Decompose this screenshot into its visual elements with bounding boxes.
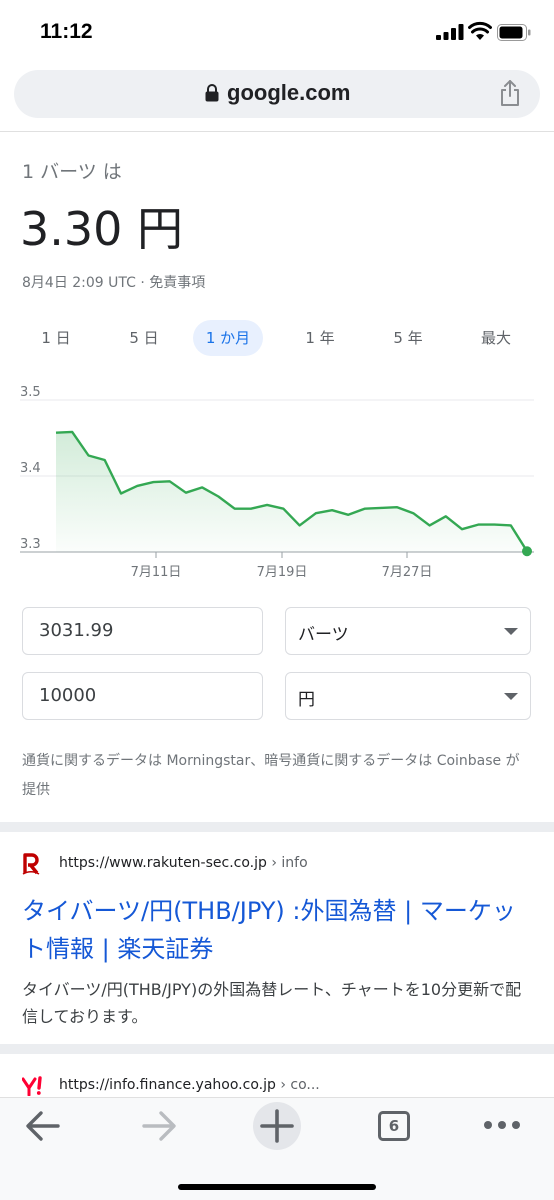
- more-options-icon[interactable]: [483, 1120, 521, 1130]
- result-url[interactable]: https://info.finance.yahoo.co.jp › co...: [59, 1077, 320, 1093]
- url-domain: google.com: [227, 80, 351, 105]
- result-breadcrumb: › co...: [275, 1077, 320, 1093]
- y-tick-label: 3.3: [20, 537, 41, 552]
- rate-timestamp: 8月4日 2:09 UTC · 免責事項: [22, 275, 206, 291]
- result-breadcrumb: › info: [266, 855, 308, 871]
- data-source-note: 通貨に関するデータは Morningstar、暗号通貨に関するデータは Coin…: [22, 753, 520, 798]
- result-domain: https://info.finance.yahoo.co.jp: [59, 1077, 276, 1093]
- wifi-icon: [468, 21, 492, 40]
- cellular-signal-icon: [436, 24, 464, 40]
- divider: [0, 131, 554, 132]
- chevron-down-icon: [504, 693, 518, 700]
- tab-1-month[interactable]: 1 か月: [193, 320, 263, 356]
- currency-to-select[interactable]: 円: [285, 672, 531, 720]
- battery-icon: [497, 24, 531, 41]
- new-tab-plus-icon[interactable]: [252, 1101, 302, 1151]
- range-tabs: 1 日 5 日 1 か月 1 年 5 年 最大: [0, 320, 554, 358]
- lock-icon: [205, 84, 219, 102]
- tab-5-day[interactable]: 5 日: [110, 320, 178, 356]
- current-point: [522, 546, 532, 557]
- result-domain: https://www.rakuten-sec.co.jp: [59, 855, 267, 871]
- x-tick-label: 7月11日: [131, 565, 182, 580]
- currency-to-value: 円: [298, 690, 315, 710]
- back-arrow-icon[interactable]: [24, 1110, 62, 1142]
- amount-from-value: 3031.99: [39, 620, 114, 641]
- status-bar: 11:12: [0, 0, 554, 64]
- result-title-link[interactable]: タイバーツ/円(THB/JPY) :外国為替 | マーケット情報 | 楽天証券: [22, 892, 532, 968]
- result-url[interactable]: https://www.rakuten-sec.co.jp › info: [59, 855, 308, 871]
- tab-1-year[interactable]: 1 年: [286, 320, 354, 356]
- rakuten-favicon-icon: [22, 853, 40, 875]
- status-time: 11:12: [40, 20, 93, 43]
- home-indicator: [178, 1184, 376, 1190]
- result-snippet: タイバーツ/円(THB/JPY)の外国為替レート、チャートを10分更新で配信して…: [22, 980, 522, 1026]
- y-tick-label: 3.5: [20, 385, 41, 400]
- amount-to-value: 10000: [39, 685, 97, 706]
- tab-max[interactable]: 最大: [462, 320, 530, 356]
- forward-arrow-icon[interactable]: [140, 1110, 178, 1142]
- tab-switcher-button[interactable]: 6: [378, 1111, 410, 1141]
- address-bar[interactable]: google.com: [14, 70, 540, 118]
- currency-from-select[interactable]: バーツ: [285, 607, 531, 655]
- chevron-down-icon: [504, 628, 518, 635]
- section-divider: [0, 822, 554, 832]
- tab-5-year[interactable]: 5 年: [374, 320, 442, 356]
- exchange-rate-value: 3.30 円: [20, 202, 184, 256]
- x-tick-label: 7月19日: [257, 565, 308, 580]
- yahoo-favicon-icon: [22, 1076, 42, 1096]
- exchange-rate-chart: 3.5 3.4 3.3 7月11日 7月19日 7月27日: [20, 385, 534, 580]
- tab-1-day[interactable]: 1 日: [22, 320, 90, 356]
- currency-from-value: バーツ: [298, 625, 349, 645]
- y-tick-label: 3.4: [20, 461, 41, 476]
- share-icon[interactable]: [498, 79, 522, 107]
- x-tick-label: 7月27日: [382, 565, 433, 580]
- amount-from-input[interactable]: 3031.99: [22, 607, 263, 655]
- from-currency-label: 1 バーツ は: [22, 161, 122, 183]
- section-divider: [0, 1044, 554, 1054]
- amount-to-input[interactable]: 10000: [22, 672, 263, 720]
